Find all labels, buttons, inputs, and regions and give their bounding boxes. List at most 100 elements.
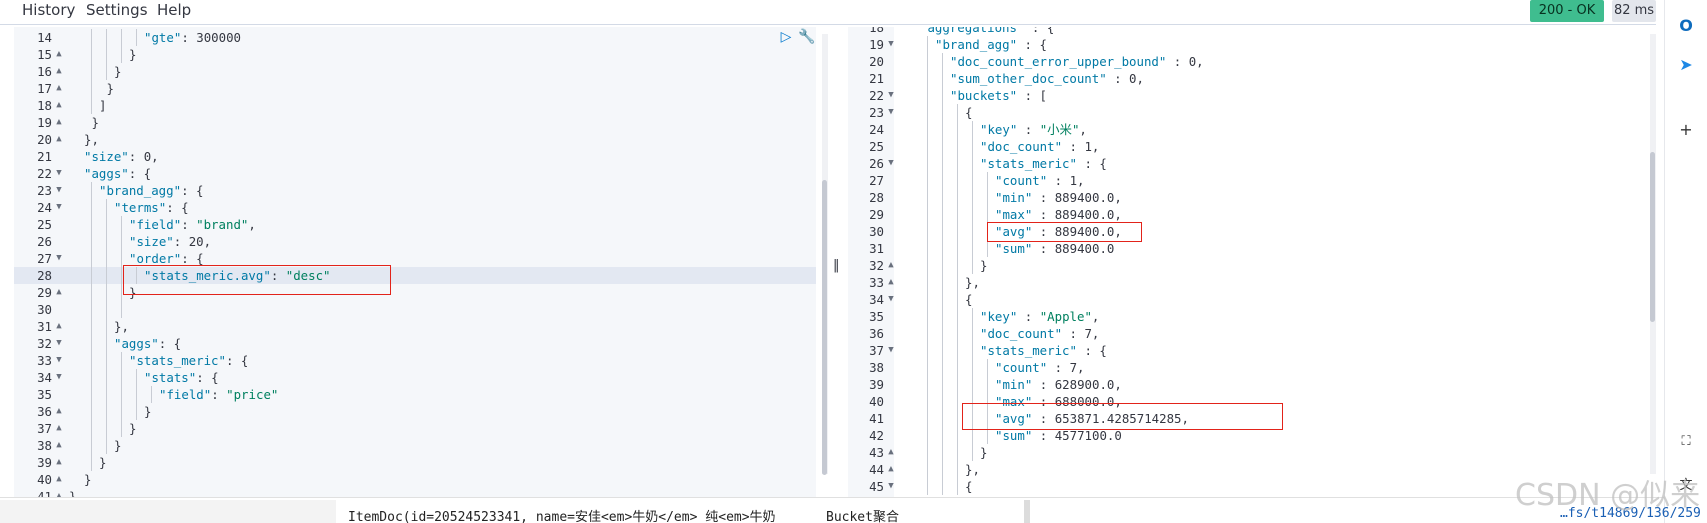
code-line: 34 ▼ "stats": { (14, 369, 816, 386)
code-text: "field": "brand", (129, 217, 256, 232)
line-number: 32 (37, 336, 52, 351)
line-number: 23 (869, 105, 884, 120)
code-text: "min" : 889400.0, (995, 190, 1122, 205)
code-line: 23 ▼ { (848, 104, 1653, 121)
code-text: } (129, 47, 137, 62)
fold-close-icon[interactable]: ▲ (54, 420, 64, 437)
code-line: 34 ▼ { (848, 291, 1653, 308)
fold-close-icon[interactable]: ▲ (54, 454, 64, 471)
outlook-icon[interactable]: O (1676, 16, 1696, 36)
code-line: 15 ▲} (14, 46, 816, 63)
code-text: }, (84, 132, 99, 147)
code-line: 38 "count" : 7, (848, 359, 1653, 376)
fold-close-icon[interactable]: ▲ (54, 80, 64, 97)
response-scroll-thumb[interactable] (1650, 152, 1655, 322)
line-number: 25 (37, 217, 52, 232)
fold-close-icon[interactable]: ▲ (54, 403, 64, 420)
line-number: 37 (37, 421, 52, 436)
line-number: 29 (869, 207, 884, 222)
code-line: 16 ▲} (14, 63, 816, 80)
line-number: 40 (37, 472, 52, 487)
line-number: 19 (869, 37, 884, 52)
line-number: 19 (37, 115, 52, 130)
line-number: 17 (37, 81, 52, 96)
add-icon[interactable]: + (1676, 120, 1696, 140)
code-line: 21 "sum_other_doc_count" : 0, (848, 70, 1653, 87)
code-line: 18 "aggregations" : { (848, 27, 1653, 36)
fold-open-icon[interactable]: ▼ (54, 335, 64, 352)
screenshot-icon[interactable]: ⛶ (1676, 432, 1696, 452)
line-number: 41 (37, 489, 52, 497)
code-text: "doc_count_error_upper_bound" : 0, (950, 54, 1204, 69)
fold-open-icon[interactable]: ▼ (54, 250, 64, 267)
fold-close-icon[interactable]: ▲ (54, 437, 64, 454)
line-number: 34 (37, 370, 52, 385)
fold-open-icon[interactable]: ▼ (54, 369, 64, 386)
request-scroll-thumb[interactable] (822, 180, 827, 475)
frame-divider (0, 24, 1656, 25)
highlight-box-order (123, 265, 391, 295)
code-text: } (129, 421, 137, 436)
fold-close-icon[interactable]: ▲ (54, 284, 64, 301)
fold-open-icon[interactable]: ▼ (54, 182, 64, 199)
line-number: 20 (869, 54, 884, 69)
fold-open-icon[interactable]: ▼ (886, 36, 896, 53)
menu-settings[interactable]: Settings (86, 1, 148, 19)
code-text: } (114, 438, 122, 453)
code-text: "gte": 300000 (144, 30, 241, 45)
fold-close-icon[interactable]: ▲ (54, 131, 64, 148)
code-text: { (965, 479, 973, 494)
fold-close-icon[interactable]: ▲ (54, 318, 64, 335)
code-text: } (980, 258, 988, 273)
code-text: "count" : 1, (995, 173, 1085, 188)
code-line: 26 ▼ "stats_meric" : { (848, 155, 1653, 172)
line-number: 36 (869, 326, 884, 341)
line-number: 33 (37, 353, 52, 368)
fold-close-icon[interactable]: ▲ (886, 257, 896, 274)
code-line: 31 "sum" : 889400.0 (848, 240, 1653, 257)
fold-close-icon[interactable]: ▲ (54, 471, 64, 488)
fold-open-icon[interactable]: ▼ (54, 199, 64, 216)
code-line: 32 ▼ "aggs": { (14, 335, 816, 352)
line-number: 21 (869, 71, 884, 86)
fold-open-icon[interactable]: ▼ (886, 342, 896, 359)
fold-open-icon[interactable]: ▼ (886, 291, 896, 308)
fold-close-icon[interactable]: ▲ (886, 444, 896, 461)
fold-open-icon[interactable]: ▼ (54, 352, 64, 369)
code-line: 20 "doc_count_error_upper_bound" : 0, (848, 53, 1653, 70)
line-number: 35 (37, 387, 52, 402)
line-number: 38 (37, 438, 52, 453)
code-text: "size": 0, (84, 149, 159, 164)
code-text: "size": 20, (129, 234, 212, 249)
fold-open-icon[interactable]: ▼ (886, 104, 896, 121)
code-line: 27 "count" : 1, (848, 172, 1653, 189)
fold-close-icon[interactable]: ▲ (54, 63, 64, 80)
code-text: } (114, 64, 122, 79)
wrench-icon[interactable]: 🔧 (798, 29, 815, 45)
fold-close-icon[interactable]: ▲ (54, 97, 64, 114)
code-text: "aggs": { (84, 166, 152, 181)
fold-close-icon[interactable]: ▲ (886, 461, 896, 478)
pane-resize-handle[interactable]: ‖ (833, 258, 840, 273)
send-icon[interactable]: ➤ (1676, 55, 1696, 75)
menu-help[interactable]: Help (157, 1, 191, 19)
code-line: 21 "size": 0, (14, 148, 816, 165)
request-editor[interactable]: 14 "gte": 300000 15 ▲} 16 ▲} 17 ▲} 18 ▲] 19 ▲} 20 ▲},… (14, 27, 816, 497)
code-text: "buckets" : [ (950, 88, 1047, 103)
fold-open-icon[interactable]: ▼ (886, 478, 896, 495)
fold-close-icon[interactable]: ▲ (886, 274, 896, 291)
line-number: 30 (37, 302, 52, 317)
line-number: 28 (37, 268, 52, 283)
menu-history[interactable]: History (22, 1, 75, 19)
fold-close-icon[interactable]: ▲ (54, 46, 64, 63)
fold-open-icon[interactable]: ▼ (886, 155, 896, 172)
line-number: 32 (869, 258, 884, 273)
fold-close-icon[interactable]: ▲ (54, 488, 64, 497)
play-icon[interactable]: ▷ (778, 29, 794, 45)
response-time-badge: 82 ms (1612, 0, 1656, 22)
fold-open-icon[interactable]: ▼ (54, 165, 64, 182)
fold-close-icon[interactable]: ▲ (54, 114, 64, 131)
code-line: 22 ▼ "aggs": { (14, 165, 816, 182)
code-text: { (965, 105, 973, 120)
fold-open-icon[interactable]: ▼ (886, 87, 896, 104)
